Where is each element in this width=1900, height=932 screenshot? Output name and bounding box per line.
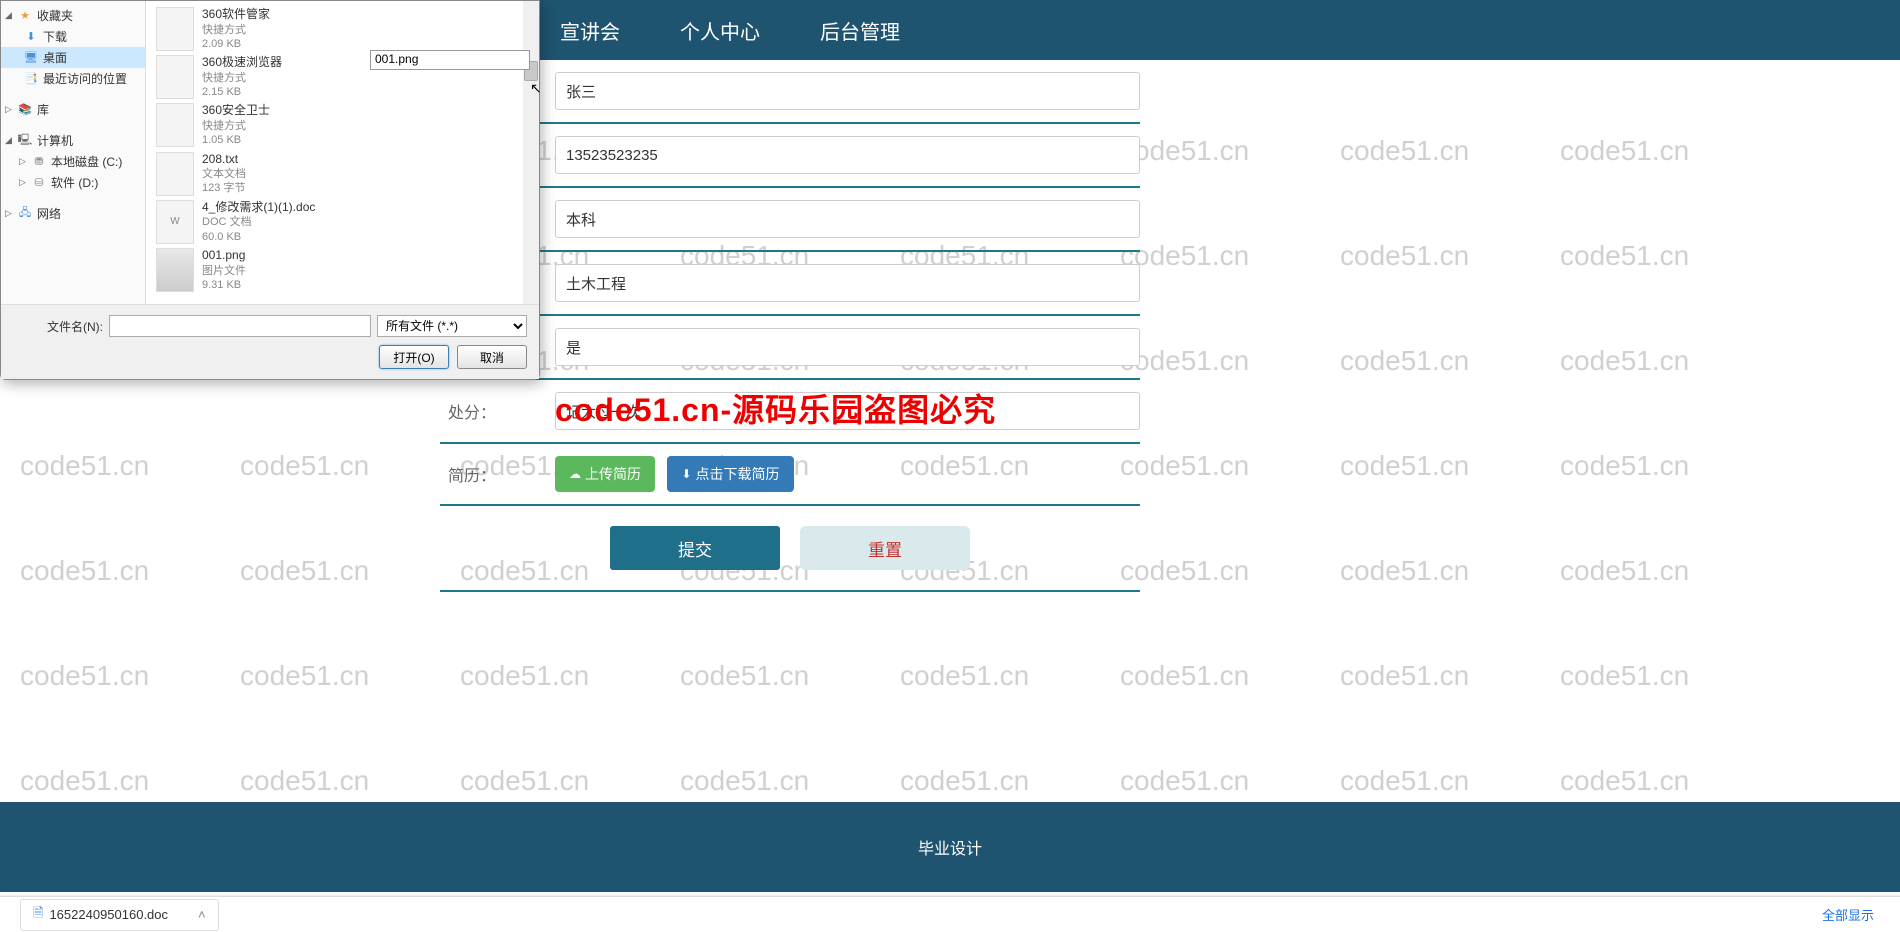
tree-favorites[interactable]: ◢★收藏夹 [1, 5, 145, 26]
file-type: 图片文件 [202, 264, 246, 278]
input-name[interactable] [555, 72, 1140, 110]
label-resume: 简历： [440, 462, 555, 486]
file-type: 文本文档 [202, 167, 246, 181]
file-icon: W [156, 200, 194, 244]
network-icon: 🖧 [17, 207, 33, 221]
file-item[interactable]: W 4_修改需求(1)(1).docDOC 文档60.0 KB [150, 198, 535, 246]
file-name: 360软件管家 [202, 7, 270, 23]
download-icon: ⬇ [681, 467, 691, 481]
nav-personal-center[interactable]: 个人中心 [680, 16, 760, 45]
reset-button[interactable]: 重置 [800, 526, 970, 570]
cancel-button[interactable]: 取消 [457, 345, 527, 369]
nav-xuanjianghui[interactable]: 宣讲会 [560, 16, 620, 45]
input-major[interactable] [555, 264, 1140, 302]
tree-desktop[interactable]: 🖥桌面 [1, 47, 145, 68]
download-resume-button[interactable]: ⬇点击下载简历 [667, 456, 793, 492]
cloud-upload-icon: ☁ [569, 467, 581, 481]
drive-icon: ⛁ [31, 176, 47, 190]
submit-button[interactable]: 提交 [610, 526, 780, 570]
computer-icon: 🖳 [17, 134, 33, 148]
dialog-file-list[interactable]: 360软件管家快捷方式2.09 KB360极速浏览器快捷方式2.15 KB360… [146, 1, 539, 304]
file-icon [156, 7, 194, 51]
form: 处分： 简历： ☁上传简历 ⬇点击下载简历 提交 重置 [440, 60, 1140, 592]
file-name: 001.png [202, 248, 246, 264]
file-name: 208.txt [202, 152, 246, 168]
tree-drive-c[interactable]: ▷⛃本地磁盘 (C:) [1, 151, 145, 172]
input-edu[interactable] [555, 200, 1140, 238]
file-type: 快捷方式 [202, 23, 270, 37]
file-icon [156, 152, 194, 196]
file-name: 360极速浏览器 [202, 55, 282, 71]
file-type: 快捷方式 [202, 119, 270, 133]
star-icon: ★ [17, 9, 33, 23]
file-icon [156, 248, 194, 292]
file-icon [156, 103, 194, 147]
show-all-downloads[interactable]: 全部显示 [1816, 903, 1880, 926]
input-phone[interactable] [555, 136, 1140, 174]
download-folder-icon: ⬇ [23, 30, 39, 44]
file-type: 快捷方式 [202, 71, 282, 85]
label-punish: 处分： [440, 399, 555, 423]
file-item[interactable]: 208.txt文本文档123 字节 [150, 150, 535, 198]
file-type: DOC 文档 [202, 215, 315, 229]
file-size: 2.15 KB [202, 85, 282, 99]
browser-download-bar: 🗎 1652240950160.doc ˄ 全部显示 [0, 896, 1900, 932]
file-size: 60.0 KB [202, 230, 315, 244]
open-button[interactable]: 打开(O) [379, 345, 449, 369]
tree-network[interactable]: ▷🖧网络 [1, 203, 145, 224]
filename-tooltip: 001.png [370, 50, 530, 70]
desktop-icon: 🖥 [23, 51, 39, 65]
tree-library[interactable]: ▷📚库 [1, 99, 145, 120]
download-item[interactable]: 🗎 1652240950160.doc ˄ [20, 899, 219, 931]
scrollbar[interactable] [523, 1, 539, 304]
file-item[interactable]: 360软件管家快捷方式2.09 KB [150, 5, 535, 53]
drive-icon: ⛃ [31, 155, 47, 169]
filename-input[interactable] [109, 315, 371, 337]
download-filename: 1652240950160.doc [49, 907, 168, 922]
file-item[interactable]: 001.png图片文件9.31 KB [150, 246, 535, 294]
file-name: 4_修改需求(1)(1).doc [202, 200, 315, 216]
file-size: 9.31 KB [202, 278, 246, 292]
chevron-up-icon: ˄ [198, 907, 206, 922]
recent-icon: 📑 [23, 72, 39, 86]
file-item[interactable]: 360安全卫士快捷方式1.05 KB [150, 101, 535, 149]
tree-drive-d[interactable]: ▷⛁软件 (D:) [1, 172, 145, 193]
page-footer: 毕业设计 [0, 802, 1900, 892]
tree-computer[interactable]: ◢🖳计算机 [1, 130, 145, 151]
input-punish[interactable] [555, 392, 1140, 430]
file-size: 123 字节 [202, 181, 246, 195]
doc-icon: 🗎 [33, 904, 43, 926]
cursor-icon: ↖ [530, 80, 542, 97]
tree-recent[interactable]: 📑最近访问的位置 [1, 68, 145, 89]
file-size: 1.05 KB [202, 133, 270, 147]
input-flag[interactable] [555, 328, 1140, 366]
filename-label: 文件名(N): [13, 318, 103, 335]
file-size: 2.09 KB [202, 37, 270, 51]
nav-admin[interactable]: 后台管理 [820, 16, 900, 45]
dialog-sidebar: ◢★收藏夹 ⬇下载 🖥桌面 📑最近访问的位置 ▷📚库 ◢🖳计算机 ▷⛃本地磁盘 … [1, 1, 146, 304]
upload-resume-button[interactable]: ☁上传简历 [555, 456, 655, 492]
library-icon: 📚 [17, 103, 33, 117]
file-filter-select[interactable]: 所有文件 (*.*) [377, 315, 527, 337]
file-name: 360安全卫士 [202, 103, 270, 119]
tree-downloads[interactable]: ⬇下载 [1, 26, 145, 47]
file-icon [156, 55, 194, 99]
